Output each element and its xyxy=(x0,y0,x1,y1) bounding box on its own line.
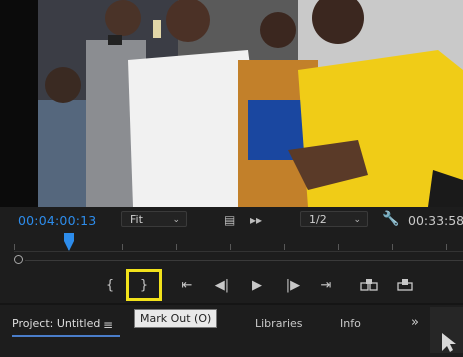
playback-settings-icon[interactable]: ▸▸ xyxy=(250,213,262,227)
mark-out-button[interactable]: } xyxy=(126,269,162,301)
step-forward-icon: |▶ xyxy=(285,277,301,293)
step-forward-button[interactable]: |▶ xyxy=(277,271,309,299)
ruler-tick xyxy=(392,244,393,250)
zoom-scroll-handle[interactable] xyxy=(14,255,23,264)
resolution-value: 1/2 xyxy=(309,213,327,226)
project-panel-header: Project: Untitled ≡ Libraries Info » xyxy=(0,303,463,353)
tab-libraries[interactable]: Libraries xyxy=(255,317,303,330)
go-to-out-icon: ⇥ xyxy=(320,277,332,293)
wrench-icon[interactable]: 🔧 xyxy=(382,212,399,226)
zoom-value: Fit xyxy=(130,213,143,226)
ruler-tick xyxy=(446,244,447,250)
step-back-button[interactable]: ◀| xyxy=(206,271,238,299)
mark-in-icon: { xyxy=(105,277,115,293)
monitor-controls-row: 00:04:00:13 Fit ⌄ ▤ ▸▸ 1/2 ⌄ 🔧 00:33:58 xyxy=(0,207,463,233)
mark-in-button[interactable]: { xyxy=(94,271,126,299)
go-to-in-button[interactable]: ⇤ xyxy=(171,271,203,299)
mark-out-icon: } xyxy=(139,277,149,293)
ruler-tick xyxy=(176,244,177,250)
go-to-in-icon: ⇤ xyxy=(181,277,193,293)
step-back-icon: ◀| xyxy=(214,277,230,293)
cursor-icon xyxy=(442,333,456,352)
ruler-tick xyxy=(230,244,231,250)
duration-timecode: 00:33:58 xyxy=(408,213,463,228)
ruler-tick xyxy=(122,244,123,250)
play-icon: ▶ xyxy=(252,277,262,293)
ruler-tick xyxy=(284,244,285,250)
tab-project[interactable]: Project: Untitled xyxy=(12,317,121,337)
insert-icon xyxy=(360,279,378,291)
overwrite-button[interactable] xyxy=(389,271,421,299)
current-timecode[interactable]: 00:04:00:13 xyxy=(18,213,96,228)
safe-margins-icon[interactable]: ▤ xyxy=(224,213,235,227)
resolution-dropdown[interactable]: 1/2 ⌄ xyxy=(300,211,368,227)
chevron-right-icon[interactable]: » xyxy=(411,315,419,330)
zoom-dropdown[interactable]: Fit ⌄ xyxy=(121,211,187,227)
video-frame xyxy=(38,0,463,207)
side-panel-tab[interactable] xyxy=(430,307,463,353)
playhead-marker[interactable] xyxy=(64,233,74,251)
timeline-ruler[interactable] xyxy=(0,233,463,269)
insert-button[interactable] xyxy=(353,271,385,299)
play-button[interactable]: ▶ xyxy=(241,271,273,299)
tooltip: Mark Out (O) xyxy=(134,309,218,328)
ruler-tick xyxy=(14,244,15,250)
program-monitor-viewer xyxy=(0,0,463,207)
panel-menu-icon[interactable]: ≡ xyxy=(103,318,113,332)
chevron-down-icon: ⌄ xyxy=(172,215,180,225)
tab-info[interactable]: Info xyxy=(340,317,361,330)
ruler-baseline xyxy=(14,251,463,252)
ruler-tick xyxy=(338,244,339,250)
transport-controls: { } ⇤ ◀| ▶ |▶ ⇥ xyxy=(0,269,463,303)
zoom-scroll-track[interactable] xyxy=(25,260,463,261)
chevron-down-icon: ⌄ xyxy=(353,215,361,225)
overwrite-icon xyxy=(397,279,413,291)
go-to-out-button[interactable]: ⇥ xyxy=(310,271,342,299)
